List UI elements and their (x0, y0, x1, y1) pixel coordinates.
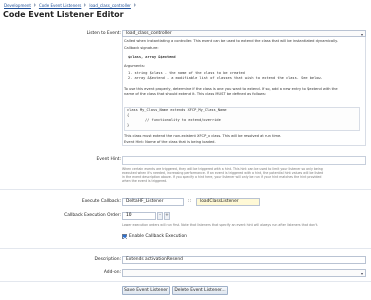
order-stepper[interactable]: 10 (122, 212, 156, 220)
event-intro: Called when instantiating a controller. … (124, 39, 338, 43)
callback-label: Execute Callback: (81, 199, 121, 204)
code-line: { (127, 113, 130, 117)
signature-code: $class, array &$extend (128, 55, 176, 59)
enable-callback-checkbox[interactable] (122, 234, 127, 239)
addon-select[interactable]: ▾ (122, 269, 366, 277)
order-label: Callback Execution Order: (64, 213, 121, 218)
divider (0, 281, 371, 282)
event-paragraph: name of the class that should extend it.… (124, 92, 266, 96)
event-after-text: This class must extend the non-existent … (124, 134, 282, 138)
divider (0, 248, 371, 249)
addon-label: Add-on: (103, 270, 121, 275)
event-hint-label: Event Hint: (96, 157, 121, 162)
save-button[interactable]: Save Event Listener (122, 286, 170, 295)
breadcrumb: Development Code Event Listeners load_cl… (4, 2, 136, 9)
argument-item: 2. array &$extend - a modifiable list of… (128, 76, 323, 80)
callback-method-input[interactable]: loadClassListener (196, 198, 260, 206)
code-line: class My_Class_Name extends XFCP_My_Clas… (127, 108, 227, 112)
chevron-down-icon: ▾ (360, 271, 363, 276)
decrement-button[interactable]: - (157, 212, 163, 220)
signature-label: Callback signature: (124, 46, 159, 50)
breadcrumb-item[interactable]: Code Event Listeners (36, 2, 87, 9)
description-input[interactable]: Extends activationResend (122, 256, 366, 264)
listen-label: Listen to Event: (86, 31, 121, 36)
description-label: Description: (94, 257, 122, 262)
callback-separator: :: (188, 199, 191, 204)
delete-button[interactable]: Delete Event Listener... (172, 286, 228, 295)
order-help: Lower execution orders will run first. N… (122, 223, 319, 227)
enable-callback-label[interactable]: Enable Callback Execution (129, 234, 187, 239)
callback-class-input[interactable]: DeltaHF_Listener (122, 198, 184, 206)
increment-button[interactable]: + (164, 212, 170, 220)
event-select-value: load_class_controller (126, 31, 172, 36)
chevron-down-icon: ▾ (360, 32, 363, 37)
event-hint-help: when the event is triggered. (122, 179, 168, 183)
code-line: // functionality to extend/override (145, 118, 221, 122)
event-hint-input[interactable] (122, 156, 366, 165)
code-line: } (127, 123, 130, 127)
breadcrumb-item[interactable]: Development (4, 2, 36, 9)
arguments-label: Arguments: (124, 64, 145, 68)
divider (0, 189, 371, 190)
breadcrumb-item[interactable]: load_class_controller (86, 2, 136, 9)
event-select[interactable]: load_class_controller ▾ (122, 30, 366, 37)
event-hint-description: Event Hint: Name of the class that is be… (124, 140, 216, 144)
page-title: Code Event Listener Editor (3, 10, 124, 19)
